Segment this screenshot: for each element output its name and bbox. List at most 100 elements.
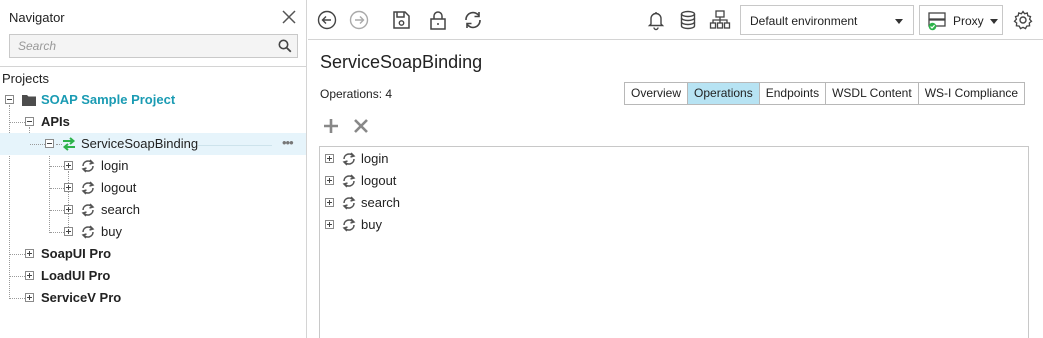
lock-icon[interactable] (427, 9, 449, 31)
operation-label: logout (361, 173, 397, 188)
operations-list: login logout search buy (319, 146, 1029, 338)
operation-row-login[interactable]: login (320, 148, 1020, 170)
tree-item-search[interactable]: search (0, 199, 306, 221)
operation-icon (342, 196, 356, 210)
tree-item-label: search (101, 202, 141, 217)
tree-item-label: buy (101, 224, 122, 239)
projects-section-label: Projects (2, 71, 49, 86)
tree-item-service-soap-binding[interactable]: ServiceSoapBinding ••• (0, 133, 306, 155)
collapse-toggle[interactable] (25, 117, 34, 126)
tab-operations[interactable]: Operations (687, 82, 760, 105)
tree-item-soapui-pro[interactable]: SoapUI Pro (0, 243, 306, 265)
navigator-panel: Navigator Projects SOAP Sample Project (0, 0, 307, 338)
expand-toggle[interactable] (325, 154, 334, 163)
settings-icon[interactable] (1012, 9, 1034, 31)
main-toolbar: Default environment Proxy (308, 0, 1043, 40)
tree-connector (50, 188, 64, 189)
tree-item-label: SOAP Sample Project (41, 92, 176, 107)
app-window: Navigator Projects SOAP Sample Project (0, 0, 1043, 338)
tab-overview[interactable]: Overview (624, 82, 689, 105)
tree-item-buy[interactable]: buy (0, 221, 306, 243)
navigator-search (9, 34, 298, 58)
more-options-button[interactable]: ••• (282, 135, 294, 150)
folder-icon (22, 95, 36, 106)
tree-connector (50, 210, 64, 211)
tree-item-label: SoapUI Pro (41, 246, 112, 261)
tree-connector (30, 144, 45, 145)
page-title: ServiceSoapBinding (320, 52, 483, 72)
tree-item-soap-sample-project[interactable]: SOAP Sample Project (0, 89, 306, 111)
divider (0, 66, 306, 67)
expand-toggle[interactable] (25, 271, 34, 280)
refresh-icon[interactable] (462, 9, 484, 31)
tree-connector (50, 166, 64, 167)
tab-bar: Overview Operations Endpoints WSDL Conte… (624, 82, 1026, 105)
tree-item-servicev-pro[interactable]: ServiceV Pro (0, 287, 306, 309)
proxy-server-icon (928, 12, 946, 31)
operation-icon (342, 152, 356, 166)
selection-guide-line (198, 145, 272, 146)
search-icon[interactable] (278, 39, 292, 53)
expand-toggle[interactable] (64, 183, 73, 192)
expand-toggle[interactable] (25, 293, 34, 302)
tree-connector (10, 122, 25, 123)
tree-connector (50, 232, 64, 233)
proxy-label: Proxy (953, 14, 984, 28)
tree-item-label: logout (101, 180, 137, 195)
proxy-button[interactable]: Proxy (919, 5, 1003, 35)
operation-icon (81, 203, 95, 217)
collapse-toggle[interactable] (5, 95, 14, 104)
tree-connector (10, 254, 25, 255)
network-icon[interactable] (709, 9, 731, 31)
close-icon[interactable] (280, 8, 298, 26)
expand-toggle[interactable] (64, 227, 73, 236)
database-icon[interactable] (677, 9, 699, 31)
tree-item-label: ServiceSoapBinding (81, 136, 199, 151)
expand-toggle[interactable] (325, 220, 334, 229)
expand-toggle[interactable] (64, 161, 73, 170)
back-icon[interactable] (316, 9, 338, 31)
operation-icon (81, 225, 95, 239)
operation-row-logout[interactable]: logout (320, 170, 1020, 192)
navigator-header: Navigator (0, 0, 306, 36)
navigator-title: Navigator (9, 10, 65, 25)
operation-icon (342, 174, 356, 188)
tree-item-apis[interactable]: APIs (0, 111, 306, 133)
delete-icon[interactable] (352, 117, 370, 135)
collapse-toggle[interactable] (45, 139, 54, 148)
operation-label: buy (361, 217, 382, 232)
environment-select[interactable]: Default environment (740, 5, 914, 35)
save-icon[interactable] (390, 9, 412, 31)
operation-icon (81, 181, 95, 195)
notifications-icon[interactable] (645, 9, 667, 31)
operation-label: login (361, 151, 389, 166)
tree-item-label: APIs (41, 114, 70, 129)
search-input[interactable] (10, 35, 270, 57)
operation-label: search (361, 195, 401, 210)
tab-ws-i-compliance[interactable]: WS-I Compliance (917, 82, 1026, 105)
operation-icon (342, 218, 356, 232)
tree-item-label: LoadUI Pro (41, 268, 111, 283)
tree-item-label: ServiceV Pro (41, 290, 122, 305)
tree-connector (10, 276, 25, 277)
chevron-down-icon (990, 19, 998, 24)
operation-row-buy[interactable]: buy (320, 214, 1020, 236)
expand-toggle[interactable] (25, 249, 34, 258)
tab-wsdl-content[interactable]: WSDL Content (825, 82, 919, 105)
tree-item-login[interactable]: login (0, 155, 306, 177)
tree-connector (10, 298, 25, 299)
binding-icon (62, 137, 76, 151)
environment-select-value: Default environment (750, 14, 858, 28)
expand-toggle[interactable] (64, 205, 73, 214)
operations-count: Operations: 4 (320, 87, 393, 101)
tree-item-loadui-pro[interactable]: LoadUI Pro (0, 265, 306, 287)
tree-item-logout[interactable]: logout (0, 177, 306, 199)
expand-toggle[interactable] (325, 176, 334, 185)
expand-toggle[interactable] (325, 198, 334, 207)
add-icon[interactable] (322, 117, 340, 135)
chevron-down-icon (895, 19, 903, 24)
operation-row-search[interactable]: search (320, 192, 1020, 214)
operation-icon (81, 159, 95, 173)
tab-endpoints[interactable]: Endpoints (758, 82, 827, 105)
forward-icon[interactable] (348, 9, 370, 31)
